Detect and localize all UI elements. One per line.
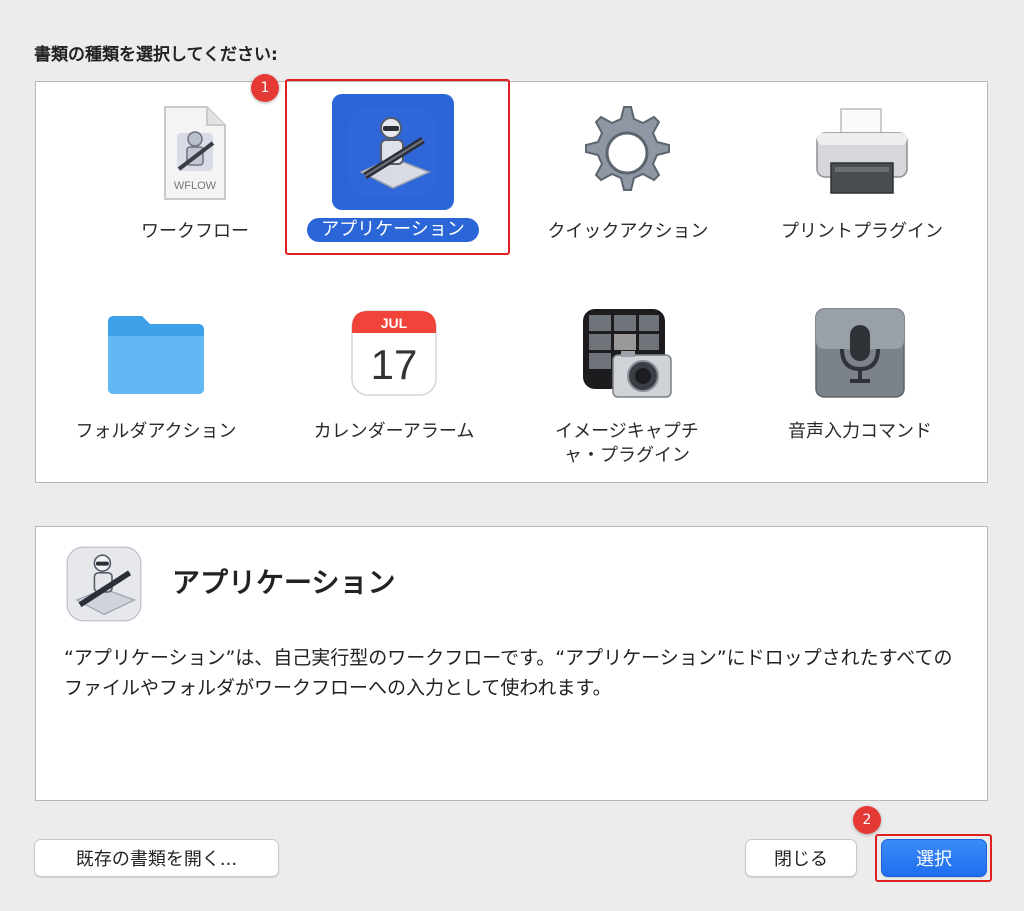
automator-robot-icon (64, 544, 144, 624)
type-calendar-alarm[interactable]: JUL 17 カレンダーアラーム (279, 290, 509, 470)
type-label: フォルダアクション (75, 421, 237, 442)
type-label: イメージキャプチャ・プラグイン (555, 421, 699, 466)
type-workflow[interactable]: WFLOW ワークフロー (80, 90, 310, 270)
type-label: ワークフロー (141, 221, 249, 242)
type-image-capture-plugin[interactable]: イメージキャプチャ・プラグイン (512, 290, 742, 470)
type-quick-action[interactable]: クイックアクション (513, 90, 743, 270)
calendar-month: JUL (381, 315, 408, 331)
type-print-plugin[interactable]: プリントプラグイン (747, 90, 977, 270)
camera-icon (562, 294, 692, 412)
type-folder-action[interactable]: フォルダアクション (41, 290, 271, 470)
description-text: “アプリケーション”は、自己実行型のワークフローです。“アプリケーション”にドロ… (64, 647, 953, 699)
calendar-icon: JUL 17 (329, 294, 459, 412)
workflow-ext-label: WFLOW (174, 180, 217, 192)
automator-robot-icon (332, 94, 454, 210)
gear-icon (563, 94, 693, 212)
type-label: プリントプラグイン (781, 221, 943, 242)
type-label: クイックアクション (547, 221, 709, 242)
folder-icon (91, 294, 221, 412)
type-application[interactable]: アプリケーション (278, 90, 508, 270)
close-button[interactable]: 閉じる (745, 839, 857, 877)
open-existing-button[interactable]: 既存の書類を開く... (34, 839, 279, 877)
step-marker-2: 2 (853, 806, 881, 834)
document-type-grid: WFLOW ワークフロー アプリケーション クイックアクション プリントプラグイ… (35, 81, 988, 483)
calendar-day: 17 (371, 341, 418, 388)
description-title: アプリケーション (172, 566, 396, 599)
dialog-prompt: 書類の種類を選択してください: (34, 45, 278, 65)
new-document-dialog: 書類の種類を選択してください: WFLOW ワークフロー アプリケーション クイ… (0, 0, 1024, 911)
type-label: カレンダーアラーム (313, 421, 475, 442)
type-label: アプリケーション (307, 218, 479, 242)
printer-icon (797, 94, 927, 212)
description-panel: アプリケーション “アプリケーション”は、自己実行型のワークフローです。“アプリ… (35, 526, 988, 801)
microphone-icon (795, 294, 925, 412)
workflow-document-icon: WFLOW (130, 94, 260, 212)
choose-button[interactable]: 選択 (881, 839, 987, 877)
type-label: 音声入力コマンド (788, 421, 932, 442)
step-marker-1: 1 (251, 74, 279, 102)
type-dictation-command[interactable]: 音声入力コマンド (745, 290, 975, 470)
